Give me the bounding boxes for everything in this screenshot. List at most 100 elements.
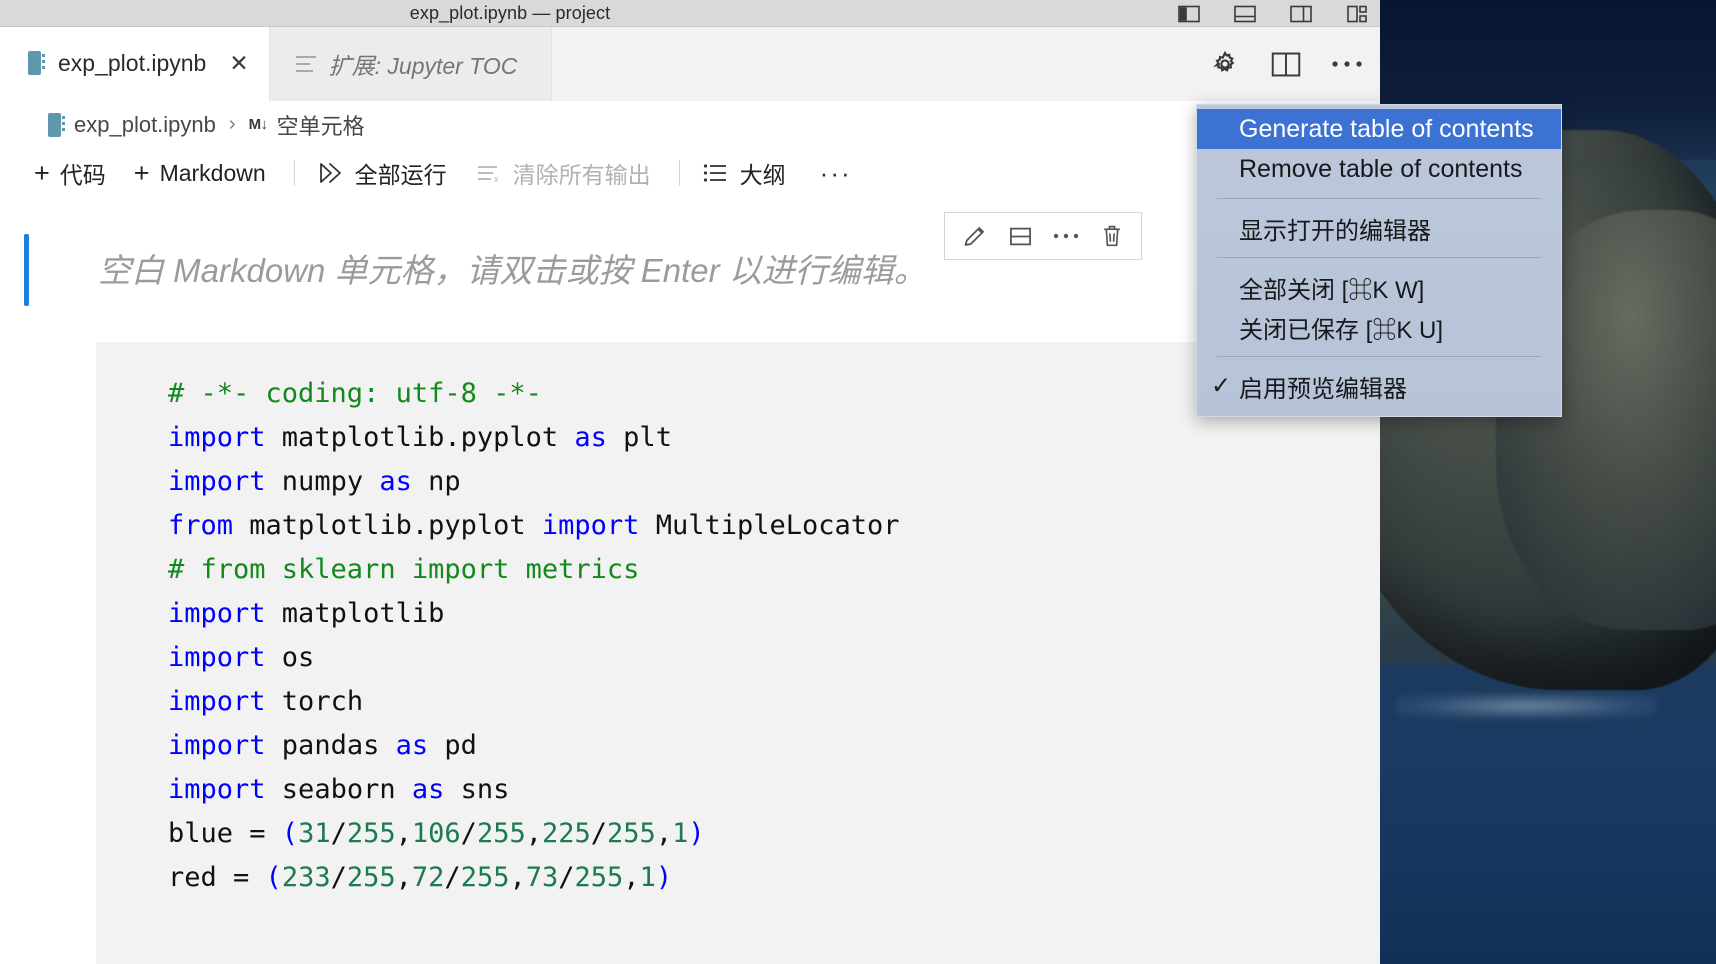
code-token: os bbox=[266, 642, 315, 673]
code-token: plt bbox=[607, 422, 672, 453]
code-token: matplotlib.pyplot bbox=[233, 510, 542, 541]
add-code-cell-button[interactable]: + 代码 bbox=[34, 156, 106, 190]
svg-text:x: x bbox=[494, 174, 499, 184]
code-token: 73 bbox=[526, 862, 559, 893]
notebook-toolbar: + 代码 + Markdown 全部运行 x bbox=[0, 148, 1380, 198]
clear-outputs-button[interactable]: x 清除所有输出 bbox=[475, 156, 651, 190]
code-token: ( bbox=[266, 862, 282, 893]
code-token: import bbox=[168, 686, 266, 717]
menu-item-label: Generate table of contents bbox=[1239, 115, 1534, 144]
code-token: 31 bbox=[298, 818, 331, 849]
tab-label: exp_plot.ipynb bbox=[58, 50, 206, 77]
notebook-body: 空白 Markdown 单元格，请双击或按 Enter 以进行编辑。 bbox=[0, 216, 1380, 964]
run-all-label: 全部运行 bbox=[355, 156, 447, 190]
tab-exp-plot-ipynb[interactable]: exp_plot.ipynb ✕ bbox=[0, 27, 270, 101]
add-markdown-cell-label: Markdown bbox=[160, 160, 266, 187]
code-token: 255 bbox=[347, 818, 396, 849]
delete-cell-icon[interactable] bbox=[1089, 214, 1135, 258]
tab-jupyter-toc[interactable]: 扩展: Jupyter TOC bbox=[270, 27, 553, 101]
code-token: numpy bbox=[266, 466, 380, 497]
code-token: sns bbox=[444, 774, 509, 805]
code-token: , bbox=[396, 862, 412, 893]
code-token: torch bbox=[266, 686, 364, 717]
window-title: exp_plot.ipynb — project bbox=[410, 3, 611, 24]
code-token: ( bbox=[282, 818, 298, 849]
code-token: , bbox=[396, 818, 412, 849]
code-token: ) bbox=[688, 818, 704, 849]
add-markdown-cell-button[interactable]: + Markdown bbox=[134, 160, 266, 187]
breadcrumb-file[interactable]: exp_plot.ipynb bbox=[74, 112, 216, 138]
markdown-cell-placeholder: 空白 Markdown 单元格，请双击或按 Enter 以进行编辑。 bbox=[98, 244, 927, 292]
close-icon[interactable]: ✕ bbox=[229, 50, 248, 77]
toolbar-divider bbox=[679, 160, 680, 186]
code-token: matplotlib.pyplot bbox=[266, 422, 575, 453]
run-all-button[interactable]: 全部运行 bbox=[317, 156, 447, 190]
code-token: 1 bbox=[640, 862, 656, 893]
code-token: 233 bbox=[282, 862, 331, 893]
edit-cell-icon[interactable] bbox=[951, 214, 997, 258]
menu-item-label: 全部关闭 [⌘K W] bbox=[1239, 270, 1424, 305]
notebook-more-actions-icon[interactable]: ··· bbox=[820, 158, 852, 189]
code-token: , bbox=[526, 818, 542, 849]
code-token: 255 bbox=[477, 818, 526, 849]
split-cell-icon[interactable] bbox=[997, 214, 1043, 258]
screen: exp_plot.ipynb — project exp_p bbox=[0, 0, 1716, 964]
code-token: / bbox=[331, 818, 347, 849]
settings-gear-icon[interactable] bbox=[1208, 47, 1242, 81]
code-token: pandas bbox=[266, 730, 396, 761]
code-token: import bbox=[168, 422, 266, 453]
toggle-secondary-sidebar-icon[interactable] bbox=[1284, 0, 1318, 31]
outline-label: 大纲 bbox=[740, 156, 786, 190]
menu-item[interactable]: 显示打开的编辑器 bbox=[1197, 208, 1561, 248]
menu-item-label: 启用预览编辑器 bbox=[1239, 369, 1407, 404]
code-token: as bbox=[412, 774, 445, 805]
code-token: import bbox=[168, 642, 266, 673]
menu-item[interactable]: ✓启用预览编辑器 bbox=[1197, 366, 1561, 406]
code-token: import bbox=[542, 510, 640, 541]
code-token: / bbox=[444, 862, 460, 893]
tab-label: 扩展: Jupyter TOC bbox=[329, 47, 518, 81]
markdown-badge-icon: M↓ bbox=[249, 116, 268, 133]
code-token: red = bbox=[168, 862, 266, 893]
clear-outputs-label: 清除所有输出 bbox=[513, 156, 651, 190]
code-token: , bbox=[656, 818, 672, 849]
code-token: as bbox=[396, 730, 429, 761]
customize-layout-icon[interactable] bbox=[1340, 0, 1374, 31]
menu-item[interactable]: Remove table of contents bbox=[1197, 149, 1561, 189]
toc-icon bbox=[296, 55, 316, 73]
code-token: import bbox=[168, 598, 266, 629]
menu-item[interactable]: Generate table of contents bbox=[1197, 109, 1561, 149]
code-token: / bbox=[558, 862, 574, 893]
code-token: 1 bbox=[672, 818, 688, 849]
code-token: from bbox=[168, 510, 233, 541]
code-cell-source[interactable]: # -*- coding: utf-8 -*- import matplotli… bbox=[96, 372, 1380, 900]
outline-button[interactable]: 大纲 bbox=[702, 156, 786, 190]
breadcrumb-cell[interactable]: 空单元格 bbox=[277, 109, 365, 141]
toggle-primary-sidebar-icon[interactable] bbox=[1172, 0, 1206, 31]
tabbar-actions bbox=[1208, 27, 1364, 101]
toolbar-divider bbox=[294, 160, 295, 186]
vscode-window: exp_plot.ipynb — project exp_p bbox=[0, 0, 1380, 964]
menu-item-label: 显示打开的编辑器 bbox=[1239, 211, 1431, 246]
markdown-cell[interactable]: 空白 Markdown 单元格，请双击或按 Enter 以进行编辑。 bbox=[0, 216, 1380, 320]
toggle-panel-icon[interactable] bbox=[1228, 0, 1262, 31]
more-actions-icon[interactable] bbox=[1330, 47, 1364, 81]
split-editor-icon[interactable] bbox=[1269, 47, 1303, 81]
code-token: / bbox=[461, 818, 477, 849]
code-token: 106 bbox=[412, 818, 461, 849]
code-token: as bbox=[379, 466, 412, 497]
menu-item[interactable]: 关闭已保存 [⌘K U] bbox=[1197, 307, 1561, 347]
menu-item[interactable]: 全部关闭 [⌘K W] bbox=[1197, 267, 1561, 307]
code-token: 255 bbox=[607, 818, 656, 849]
code-token: / bbox=[591, 818, 607, 849]
code-cell[interactable]: # -*- coding: utf-8 -*- import matplotli… bbox=[96, 342, 1380, 964]
code-token: 255 bbox=[461, 862, 510, 893]
plus-icon: + bbox=[34, 160, 50, 187]
code-token: 72 bbox=[412, 862, 445, 893]
code-token: pd bbox=[428, 730, 477, 761]
menu-item-label: Remove table of contents bbox=[1239, 155, 1523, 184]
add-code-cell-label: 代码 bbox=[60, 156, 106, 190]
chevron-right-icon: › bbox=[229, 113, 236, 136]
code-token: MultipleLocator bbox=[639, 510, 899, 541]
more-cell-actions-icon[interactable] bbox=[1043, 214, 1089, 258]
